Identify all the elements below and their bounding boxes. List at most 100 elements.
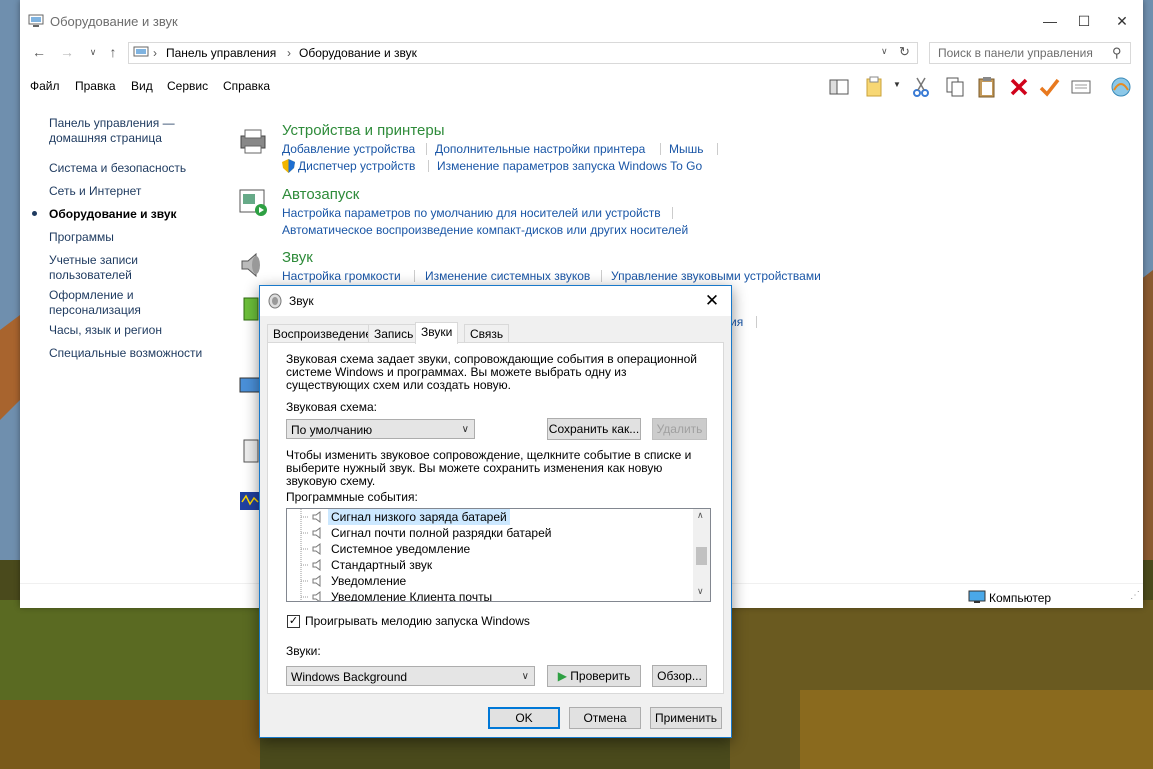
add-device-link[interactable]: Добавление устройства	[282, 142, 415, 156]
tab-recording[interactable]: Запись	[368, 324, 420, 343]
scheme-select[interactable]: По умолчанию ∨	[286, 419, 475, 439]
events-label: Программные события:	[286, 490, 418, 504]
sidebar-item-accessibility[interactable]: Специальные возможности	[49, 346, 202, 361]
sound-file-value: Windows Background	[291, 670, 408, 684]
list-item[interactable]: Системное уведомление	[287, 541, 687, 557]
close-button[interactable]: ✕	[1102, 8, 1142, 34]
properties-icon[interactable]	[1070, 76, 1092, 98]
breadcrumb-hardware-sound[interactable]: Оборудование и звук	[299, 46, 417, 60]
menu-edit[interactable]: Правка	[75, 79, 116, 93]
test-sound-button[interactable]: ▶ Проверить	[547, 665, 641, 687]
sidebar-item-programs[interactable]: Программы	[49, 230, 114, 245]
startup-sound-checkbox[interactable]: ✓	[287, 615, 300, 628]
copy-icon[interactable]	[944, 76, 966, 98]
delete-icon[interactable]	[1008, 76, 1030, 98]
scroll-down-icon[interactable]: ∨	[697, 586, 704, 597]
delete-scheme-button[interactable]: Удалить	[652, 418, 707, 440]
sidebar-item-security[interactable]: Система и безопасность	[49, 161, 186, 176]
resize-grip-icon[interactable]: ⋰	[1130, 590, 1140, 601]
menu-tools[interactable]: Сервис	[167, 79, 208, 93]
address-dropdown-icon[interactable]: ∨	[881, 46, 888, 57]
scheme-description: Звуковая схема задает звуки, сопровождаю…	[286, 352, 697, 392]
event-label: Сигнал низкого заряда батарей	[328, 509, 510, 525]
tab-playback[interactable]: Воспроизведение	[267, 324, 379, 343]
forward-arrow-icon[interactable]: →	[58, 43, 76, 61]
cut-icon[interactable]	[910, 76, 932, 98]
search-placeholder: Поиск в панели управления	[938, 46, 1093, 60]
browse-button[interactable]: Обзор...	[652, 665, 707, 687]
system-sounds-link[interactable]: Изменение системных звуков	[425, 269, 590, 283]
speaker-icon	[312, 511, 321, 523]
apply-button[interactable]: Применить	[650, 707, 722, 729]
scheme-value: По умолчанию	[291, 423, 373, 437]
manage-audio-devices-link[interactable]: Управление звуковыми устройствами	[611, 269, 821, 283]
program-events-list[interactable]: Сигнал низкого заряда батарей Сигнал поч…	[286, 508, 711, 602]
devices-printers-title[interactable]: Устройства и принтеры	[282, 122, 444, 139]
menu-file[interactable]: Файл	[30, 79, 60, 93]
list-item[interactable]: Сигнал почти полной разрядки батарей	[287, 525, 687, 541]
refresh-icon[interactable]: ↻	[899, 44, 910, 60]
dialog-close-button[interactable]: ✕	[700, 290, 724, 312]
menu-view[interactable]: Вид	[131, 79, 153, 93]
dialog-title: Звук	[289, 294, 314, 308]
chevron-down-icon: ∨	[521, 671, 529, 682]
sidebar-item-home[interactable]: Панель управления — домашняя страница	[49, 116, 199, 146]
autoplay-cd-link[interactable]: Автоматическое воспроизведение компакт-д…	[282, 223, 688, 237]
windows-to-go-link[interactable]: Изменение параметров запуска Windows To …	[437, 159, 702, 173]
address-input[interactable]: › Панель управления › Оборудование и зву…	[128, 42, 918, 64]
ok-button[interactable]: OK	[488, 707, 560, 729]
list-item[interactable]: Уведомление Клиента почты	[287, 589, 687, 601]
control-panel-icon	[133, 46, 149, 57]
address-bar: ← → ∨ ↑ › Панель управления › Оборудован…	[20, 40, 1143, 66]
breadcrumb-control-panel[interactable]: Панель управления	[166, 46, 276, 60]
volume-link[interactable]: Настройка громкости	[282, 269, 401, 283]
list-item[interactable]: Стандартный звук	[287, 557, 687, 573]
dropdown-arrow-icon[interactable]: ▼	[893, 80, 901, 89]
maximize-button[interactable]: ☐	[1064, 8, 1104, 34]
search-input[interactable]: Поиск в панели управления ⚲	[929, 42, 1131, 64]
link-separator	[660, 143, 661, 155]
sidebar-item-hardware-sound[interactable]: Оборудование и звук	[49, 207, 177, 222]
instruction-text: Чтобы изменить звуковое сопровождение, щ…	[286, 448, 692, 488]
preview-pane-icon[interactable]	[828, 76, 850, 98]
shield-icon	[282, 159, 295, 173]
sound-file-select[interactable]: Windows Background ∨	[286, 666, 535, 686]
list-item[interactable]: Сигнал низкого заряда батарей	[287, 509, 687, 525]
recent-dropdown-icon[interactable]: ∨	[84, 43, 102, 61]
tab-communications[interactable]: Связь	[464, 324, 510, 343]
autoplay-defaults-link[interactable]: Настройка параметров по умолчанию для но…	[282, 206, 661, 220]
breadcrumb-separator: ›	[153, 46, 157, 60]
save-as-button[interactable]: Сохранить как...	[547, 418, 641, 440]
printer-settings-link[interactable]: Дополнительные настройки принтера	[435, 142, 645, 156]
speaker-icon	[312, 543, 321, 555]
up-arrow-icon[interactable]: ↑	[104, 43, 122, 61]
shell-icon[interactable]	[1110, 76, 1132, 98]
checkmark-icon[interactable]	[1038, 76, 1060, 98]
back-arrow-icon[interactable]: ←	[30, 43, 48, 61]
list-item[interactable]: Уведомление	[287, 573, 687, 589]
sidebar-item-network[interactable]: Сеть и Интернет	[49, 184, 141, 199]
cancel-button[interactable]: Отмена	[569, 707, 641, 729]
mouse-link[interactable]: Мышь	[669, 142, 704, 156]
event-label: Системное уведомление	[331, 542, 471, 556]
search-icon[interactable]: ⚲	[1112, 45, 1122, 61]
menu-help[interactable]: Справка	[223, 79, 270, 93]
status-computer: Компьютер	[989, 591, 1052, 605]
sound-dialog-icon	[268, 293, 282, 309]
speaker-icon	[312, 575, 321, 587]
sound-title[interactable]: Звук	[282, 249, 313, 266]
dialog-title-bar: Звук ✕	[260, 286, 731, 316]
list-scrollbar[interactable]: ∧ ∨	[693, 509, 710, 601]
event-label: Стандартный звук	[331, 558, 433, 572]
device-manager-link[interactable]: Диспетчер устройств	[298, 159, 415, 173]
sidebar-item-clock-region[interactable]: Часы, язык и регион	[49, 323, 162, 338]
sidebar-item-appearance[interactable]: Оформление и персонализация	[49, 288, 159, 318]
autoplay-title[interactable]: Автозапуск	[282, 186, 359, 203]
paste-icon[interactable]	[976, 76, 998, 98]
new-folder-icon[interactable]	[864, 76, 886, 98]
scroll-thumb[interactable]	[696, 547, 707, 565]
sidebar-item-accounts[interactable]: Учетные записи пользователей	[49, 253, 159, 283]
tab-sounds[interactable]: Звуки	[415, 322, 459, 344]
scroll-up-icon[interactable]: ∧	[697, 510, 704, 521]
sounds-tab-panel: Звуковая схема задает звуки, сопровождаю…	[267, 342, 724, 694]
